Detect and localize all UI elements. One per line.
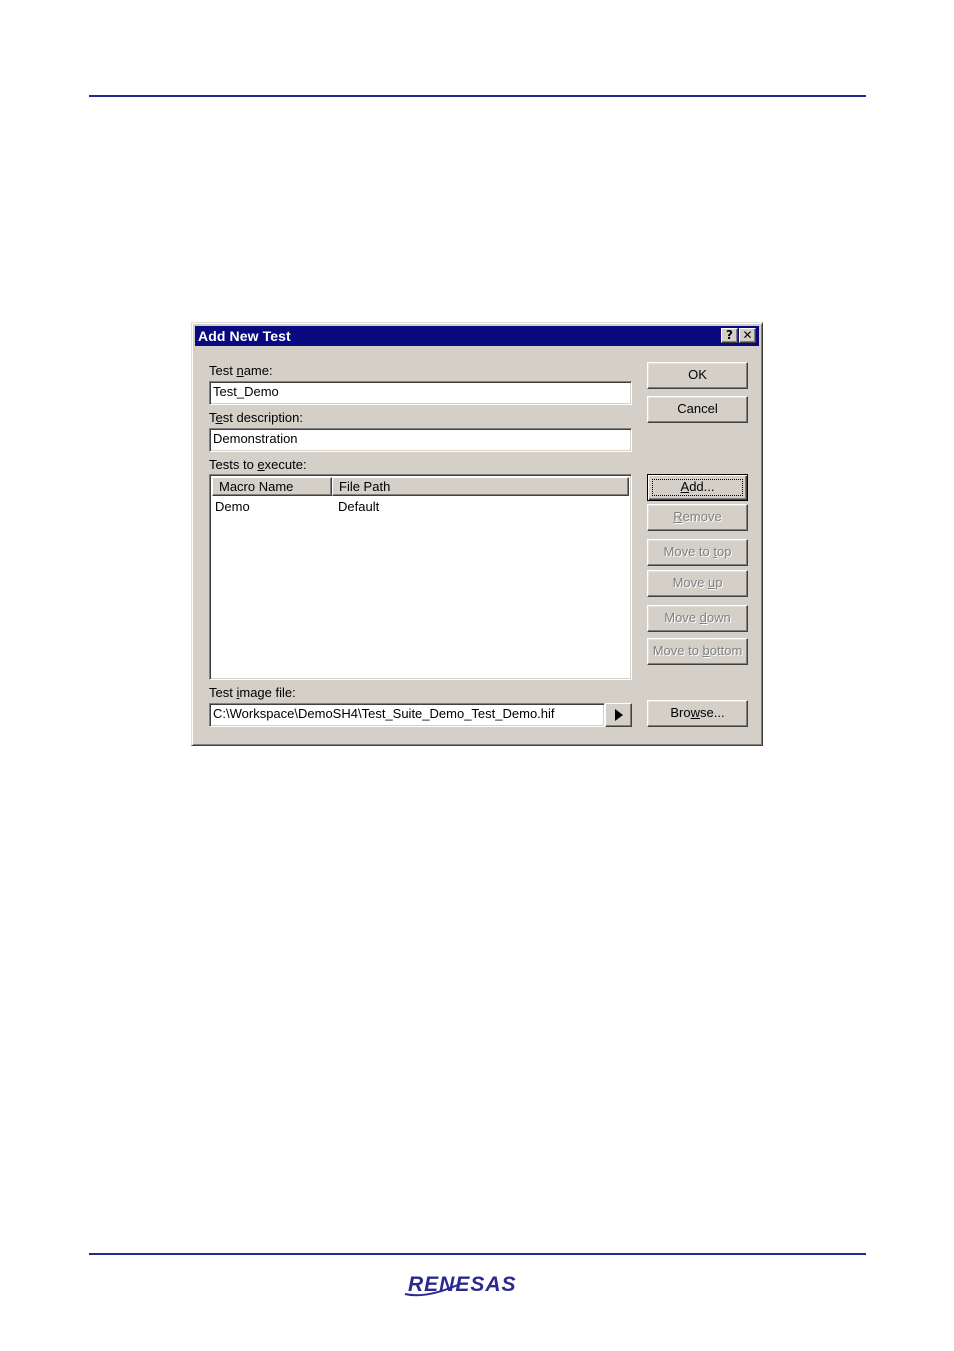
help-icon: ? <box>726 328 733 342</box>
header-rule <box>89 95 866 97</box>
image-file-menu-button[interactable] <box>605 703 632 727</box>
column-header-file-path[interactable]: File Path <box>332 477 629 496</box>
logo-text: RENESAS <box>408 1273 517 1296</box>
title-bar: Add New Test ? ✕ <box>195 326 759 346</box>
close-icon: ✕ <box>742 328 753 342</box>
remove-button[interactable]: Remove <box>647 504 748 531</box>
macro-name-cell: Demo <box>215 499 250 514</box>
move-to-bottom-button[interactable]: Move to bottom <box>647 638 748 665</box>
browse-button[interactable]: Browse... <box>647 700 748 727</box>
help-button[interactable]: ? <box>721 328 738 343</box>
close-button[interactable]: ✕ <box>739 328 756 343</box>
ok-button[interactable]: OK <box>647 362 748 389</box>
test-name-input[interactable]: Test_Demo <box>209 381 632 405</box>
play-arrow-icon <box>615 709 623 721</box>
cancel-button[interactable]: Cancel <box>647 396 748 423</box>
test-image-file-label: Test image file: <box>209 685 296 700</box>
move-down-button[interactable]: Move down <box>647 605 748 632</box>
move-to-top-button[interactable]: Move to top <box>647 539 748 566</box>
tests-list-view[interactable]: Macro Name File Path Demo Default <box>209 474 632 680</box>
renesas-logo: RENESAS <box>404 1273 517 1297</box>
test-image-file-input[interactable]: C:\Workspace\DemoSH4\Test_Suite_Demo_Tes… <box>209 703 605 727</box>
test-description-input[interactable]: Demonstration <box>209 428 632 452</box>
column-header-macro-name[interactable]: Macro Name <box>212 477 332 496</box>
dialog-title: Add New Test <box>198 328 291 344</box>
file-path-cell: Default <box>338 499 380 514</box>
test-description-label: Test description: <box>209 410 303 425</box>
add-new-test-dialog: Add New Test ? ✕ Test name: Test_Demo Te… <box>191 322 763 746</box>
add-button[interactable]: Add... <box>647 474 748 501</box>
tests-to-execute-label: Tests to execute: <box>209 457 307 472</box>
test-name-label: Test name: <box>209 363 273 378</box>
focus-rect <box>652 479 743 496</box>
footer-rule <box>89 1253 866 1255</box>
move-up-button[interactable]: Move up <box>647 570 748 597</box>
